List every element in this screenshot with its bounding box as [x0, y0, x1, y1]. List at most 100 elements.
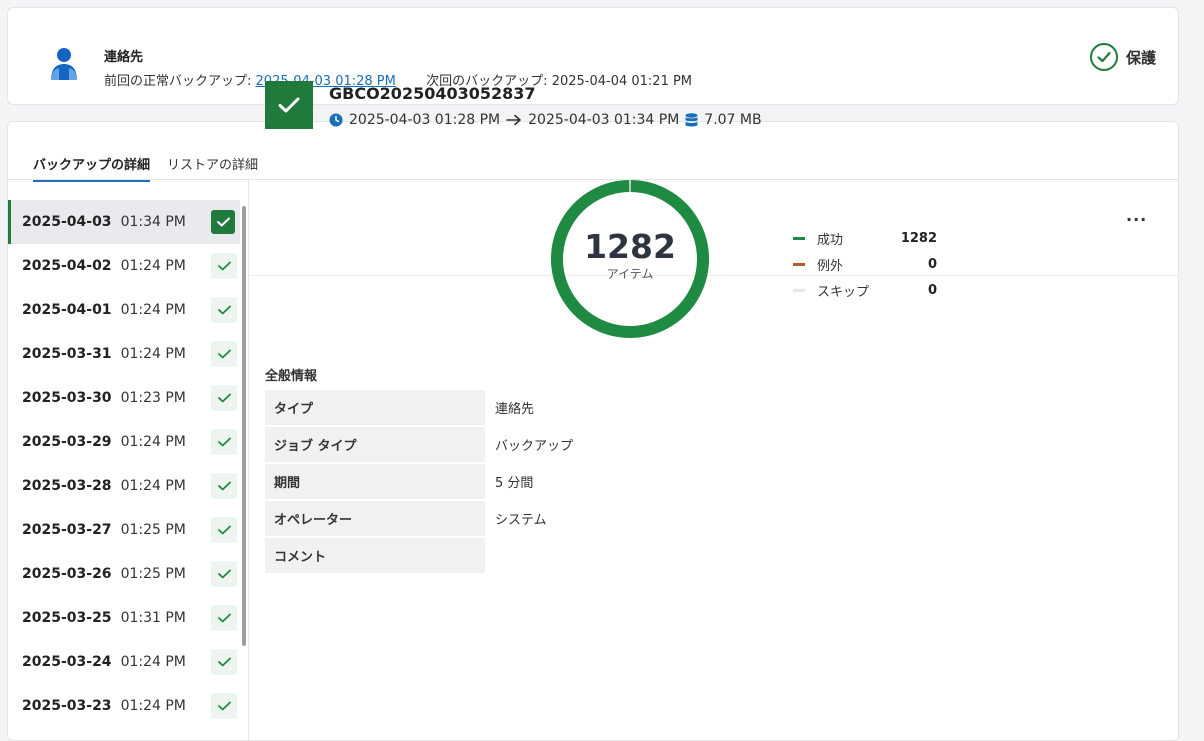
legend-swatch — [793, 236, 805, 240]
backup-history-item[interactable]: 2025-03-28 01:24 PM — [8, 464, 248, 508]
info-key: オペレーター — [265, 501, 485, 536]
backup-date: 2025-04-03 — [22, 214, 112, 230]
backup-history-item[interactable]: 2025-03-27 01:25 PM — [8, 508, 248, 552]
legend-item: 例外 0 — [793, 251, 937, 277]
backup-time: 01:31 PM — [120, 610, 186, 626]
contacts-summary-card: 連絡先 前回の正常バックアップ: 2025-04-03 01:28 PM 次回の… — [7, 7, 1179, 105]
check-icon — [211, 385, 237, 411]
legend-label: 例外 — [817, 258, 844, 274]
backup-time: 01:23 PM — [120, 390, 186, 406]
backup-history-item[interactable]: 2025-03-23 01:24 PM — [8, 684, 248, 728]
legend-swatch — [793, 288, 805, 292]
info-key: コメント — [265, 538, 485, 573]
legend-value: 1282 — [900, 230, 937, 246]
info-row: 期間 5 分間 — [265, 464, 573, 501]
check-icon — [211, 210, 235, 234]
backup-history-item[interactable]: 2025-03-26 01:25 PM — [8, 552, 248, 596]
detail-divider — [249, 275, 1179, 276]
check-icon — [211, 429, 237, 455]
check-icon — [211, 297, 237, 323]
job-start-time: 2025-04-03 01:28 PM — [349, 112, 501, 128]
job-size: 7.07 MB — [704, 112, 762, 128]
legend-swatch — [793, 262, 805, 266]
tab-backup-details[interactable]: バックアップの詳細 — [33, 154, 151, 182]
backup-date: 2025-03-30 — [22, 390, 112, 406]
backup-date: 2025-03-26 — [22, 566, 112, 582]
check-icon — [211, 253, 237, 279]
backup-date: 2025-04-02 — [22, 258, 112, 274]
arrow-right-icon — [506, 114, 521, 126]
clock-icon — [329, 113, 343, 127]
next-backup-value: 2025-04-04 01:21 PM — [551, 74, 693, 89]
user-icon — [51, 48, 77, 80]
protection-status: 保護 — [1089, 43, 1156, 71]
backup-date: 2025-03-25 — [22, 610, 112, 626]
total-items-label: アイテム — [607, 267, 654, 281]
legend-label: スキップ — [817, 284, 870, 300]
info-row: オペレーター システム — [265, 501, 573, 538]
check-icon — [211, 341, 237, 367]
info-key: ジョブ タイプ — [265, 427, 485, 462]
backup-time: 01:24 PM — [120, 698, 186, 714]
legend-label: 成功 — [817, 232, 844, 248]
items-legend: 成功 1282 例外 0 スキップ 0 — [793, 225, 937, 303]
info-value: システム — [495, 513, 547, 528]
legend-value: 0 — [927, 282, 937, 298]
general-info-title: 全般情報 — [265, 369, 318, 384]
job-end-time: 2025-04-03 01:34 PM — [528, 112, 680, 128]
backup-time: 01:24 PM — [120, 346, 186, 362]
items-donut-chart: 1282 アイテム — [551, 180, 709, 338]
backup-date: 2025-03-27 — [22, 522, 112, 538]
general-info-table: タイプ 連絡先 ジョブ タイプ バックアップ 期間 5 分間 オペレーター システム コメント — [265, 390, 573, 575]
backup-time: 01:25 PM — [120, 522, 186, 538]
backup-date: 2025-04-01 — [22, 302, 112, 318]
total-items-count: 1282 — [584, 227, 676, 266]
backup-history-item[interactable]: 2025-03-25 01:31 PM — [8, 596, 248, 640]
job-name: GBCO20250403052837 — [329, 84, 536, 103]
page-title: 連絡先 — [104, 50, 144, 65]
backup-history-item[interactable]: 2025-03-24 01:24 PM — [8, 640, 248, 684]
backup-history-item[interactable]: 2025-04-03 01:34 PM — [8, 200, 240, 244]
backup-time: 01:24 PM — [120, 258, 186, 274]
backup-time: 01:24 PM — [120, 478, 186, 494]
backup-history-list: 2025-04-03 01:34 PM 2025-04-02 01:24 PM 2025… — [8, 180, 249, 740]
info-key: 期間 — [265, 464, 485, 499]
backup-time: 01:24 PM — [120, 434, 186, 450]
backup-date: 2025-03-24 — [22, 654, 112, 670]
check-icon — [211, 517, 237, 543]
tab-restore-details[interactable]: リストアの詳細 — [167, 154, 258, 182]
backup-history-item[interactable]: 2025-04-02 01:24 PM — [8, 244, 248, 288]
info-row: タイプ 連絡先 — [265, 390, 573, 427]
last-backup-label: 前回の正常バックアップ: — [104, 74, 252, 89]
check-icon — [211, 693, 237, 719]
backup-history-item[interactable]: 2025-03-30 01:23 PM — [8, 376, 248, 420]
legend-item: 成功 1282 — [793, 225, 937, 251]
backup-date: 2025-03-31 — [22, 346, 112, 362]
info-key: タイプ — [265, 390, 485, 425]
check-circle-icon — [1089, 43, 1118, 71]
check-icon — [211, 649, 237, 675]
check-icon — [211, 605, 237, 631]
more-options-button[interactable]: ··· — [1126, 210, 1147, 229]
info-value — [485, 538, 495, 573]
backup-date: 2025-03-29 — [22, 434, 112, 450]
backup-history-item[interactable]: 2025-03-29 01:24 PM — [8, 420, 248, 464]
info-value: 連絡先 — [495, 402, 535, 417]
legend-item: スキップ 0 — [793, 277, 937, 303]
status-label: 保護 — [1125, 48, 1156, 67]
info-row: コメント — [265, 538, 573, 575]
info-value: バックアップ — [495, 439, 574, 454]
job-meta: 2025-04-03 01:28 PM 2025-04-03 01:34 PM … — [329, 112, 762, 128]
check-icon — [211, 561, 237, 587]
backup-time: 01:24 PM — [120, 654, 186, 670]
backup-time: 01:25 PM — [120, 566, 186, 582]
info-row: ジョブ タイプ バックアップ — [265, 427, 573, 464]
backup-time: 01:34 PM — [120, 214, 186, 230]
backup-history-item[interactable]: 2025-04-01 01:24 PM — [8, 288, 248, 332]
backup-history-item[interactable]: 2025-03-31 01:24 PM — [8, 332, 248, 376]
database-icon — [685, 112, 698, 126]
backup-time: 01:24 PM — [120, 302, 186, 318]
info-value: 5 分間 — [495, 476, 534, 491]
check-icon — [211, 473, 237, 499]
success-check-icon — [265, 81, 313, 129]
